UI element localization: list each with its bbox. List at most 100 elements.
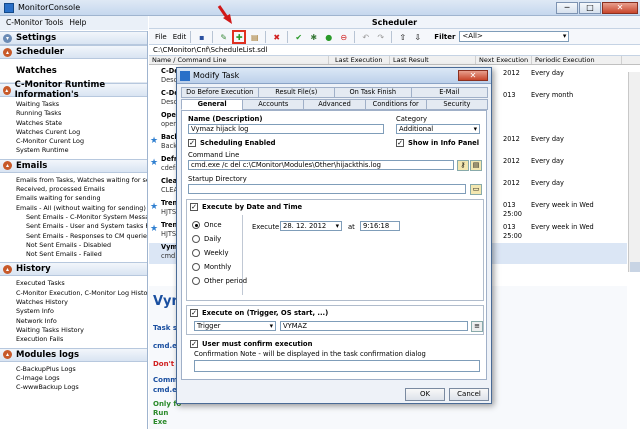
sidebar-item[interactable]: System Info [0, 307, 147, 316]
section-history[interactable]: ▴ History [0, 262, 147, 277]
sidebar-subitem[interactable]: Sent Emails - Responses to CM queries [0, 232, 147, 241]
category-select[interactable]: Additional [396, 124, 480, 134]
scroll-thumb[interactable] [630, 262, 640, 272]
expand-icon: ▾ [3, 33, 12, 43]
dialog-close-button[interactable]: ✕ [458, 70, 488, 81]
col-last-result[interactable]: Last Result [390, 56, 476, 64]
delete-icon[interactable]: ✖ [270, 31, 283, 43]
sidebar-item[interactable]: Running Tasks [0, 109, 147, 118]
sidebar-subitem[interactable]: Not Sent Emails - Failed [0, 250, 147, 259]
startup-dir-input[interactable] [188, 184, 466, 194]
period-radio[interactable] [192, 263, 200, 271]
list-icon[interactable]: ≡ [471, 321, 483, 332]
col-name[interactable]: Name / Command Line [149, 56, 329, 64]
sidebar-item[interactable]: C-BackupPlus Logs [0, 365, 147, 374]
section-scheduler[interactable]: ▴ Scheduler [0, 45, 147, 59]
modify-task-dialog: Modify Task ✕ Do Before Execution Result … [176, 67, 492, 404]
col-periodic[interactable]: Periodic Execution [532, 56, 622, 64]
tab-accounts[interactable]: Accounts [242, 99, 305, 110]
date-picker[interactable]: 28. 12. 2012 [280, 221, 342, 231]
execute-on-checkbox[interactable]: ✓ [190, 309, 198, 317]
tab[interactable]: Result File(s) [257, 87, 335, 98]
maximize-button[interactable]: □ [579, 2, 601, 14]
tab-conditions-for-execution[interactable]: Conditions for Execution [364, 99, 427, 117]
sidebar-item[interactable]: System Runtime [0, 146, 147, 155]
sidebar-item[interactable]: Network Info [0, 317, 147, 326]
tab[interactable]: E-Mail [410, 87, 488, 98]
sidebar-subitem[interactable]: Sent Emails - User and System tasks Resu… [0, 222, 147, 231]
section-settings[interactable]: ▾ Settings [0, 31, 147, 45]
time-input[interactable]: 9:16:18 [360, 221, 400, 231]
key-icon[interactable]: ⚷ [457, 160, 469, 171]
sidebar-item[interactable]: Execution Fails [0, 335, 147, 344]
sidebar-item[interactable]: Executed Tasks [0, 279, 147, 288]
menu-help[interactable]: Help [69, 18, 86, 28]
sidebar-subitem[interactable]: Not Sent Emails - Disabled [0, 241, 147, 250]
tab-general[interactable]: General [181, 99, 244, 110]
sidebar-item[interactable]: Received, processed Emails [0, 185, 147, 194]
command-line-input[interactable]: cmd.exe /c del c:\CMonitor\Modules\Other… [188, 160, 454, 170]
task-name: Vym [161, 243, 178, 251]
run-icon[interactable]: ● [322, 31, 335, 43]
cancel-button[interactable]: Cancel [449, 388, 489, 401]
name-input[interactable]: Vymaz hijack log [188, 124, 384, 134]
undo-icon[interactable]: ↶ [359, 31, 372, 43]
trigger-select[interactable]: Trigger [194, 321, 276, 331]
sidebar-item[interactable]: C-Monitor Execution, C-Monitor Log Histo… [0, 289, 147, 298]
sidebar-item[interactable]: Watches State [0, 119, 147, 128]
add-task-icon[interactable]: ✚ [232, 29, 247, 44]
sidebar-item[interactable]: Waiting Tasks [0, 100, 147, 109]
sidebar-item[interactable]: Waiting Tasks History [0, 326, 147, 335]
tab-advanced[interactable]: Advanced [303, 99, 366, 110]
confirm-note-input[interactable] [194, 360, 480, 372]
settings-icon[interactable]: ✱ [307, 31, 320, 43]
move-down-icon[interactable]: ⇩ [411, 31, 424, 43]
sidebar-item[interactable]: Emails from Tasks, Watches waiting for s… [0, 176, 147, 185]
sidebar-item[interactable]: Watches History [0, 298, 147, 307]
properties-icon[interactable]: ▤ [248, 31, 261, 43]
close-button[interactable]: ✕ [602, 2, 638, 14]
menu-edit[interactable]: Edit [173, 33, 187, 41]
col-next-exec[interactable]: Next Execution [476, 56, 532, 64]
tab-security[interactable]: Security [425, 99, 489, 110]
filter-select[interactable]: <All> [459, 31, 570, 42]
tab[interactable]: Do Before Execution [181, 87, 259, 98]
menu-tools[interactable]: C-Monitor Tools [6, 18, 63, 28]
section-emails[interactable]: ▴ Emails [0, 158, 147, 173]
task-desc: HJTS [161, 208, 177, 216]
sidebar-item[interactable]: Watches Curent Log [0, 128, 147, 137]
period-radio[interactable] [192, 277, 200, 285]
period-radio[interactable] [192, 249, 200, 257]
folder-icon[interactable]: ▭ [470, 184, 482, 195]
stop-icon[interactable]: ⊖ [337, 31, 350, 43]
show-info-checkbox[interactable]: ✓ [396, 139, 404, 147]
move-up-icon[interactable]: ⇧ [396, 31, 409, 43]
title-bar: MonitorConsole ─ □ ✕ [0, 0, 640, 16]
sidebar-item[interactable]: C-wwwBackup Logs [0, 383, 147, 392]
sidebar-item[interactable]: Emails - All (without waiting for sendin… [0, 204, 147, 213]
enable-icon[interactable]: ✔ [292, 31, 305, 43]
minimize-button[interactable]: ─ [556, 2, 578, 14]
edit-icon[interactable]: ✎ [217, 31, 230, 43]
save-icon[interactable]: ▪ [195, 31, 208, 43]
browse-file-icon[interactable]: ▤ [470, 160, 482, 171]
redo-icon[interactable]: ↷ [374, 31, 387, 43]
sidebar-item[interactable]: C-Monitor Curent Log [0, 137, 147, 146]
period-radio[interactable] [192, 235, 200, 243]
sidebar-item[interactable]: Emails waiting for sending [0, 194, 147, 203]
menu-file[interactable]: File [155, 33, 167, 41]
scheduling-enabled-checkbox[interactable]: ✓ [188, 139, 196, 147]
tab[interactable]: On Task Finish [334, 87, 412, 98]
vertical-scrollbar[interactable] [628, 72, 640, 272]
trigger-name-input[interactable]: VYMAZ [280, 321, 468, 331]
sidebar-item[interactable]: C-Image Logs [0, 374, 147, 383]
period-radio[interactable] [192, 221, 200, 229]
section-modules[interactable]: ▴ Modules logs [0, 347, 147, 362]
sidebar-subitem[interactable]: Sent Emails - C-Monitor System Messages [0, 213, 147, 222]
section-runtime[interactable]: ▴ C-Monitor Runtime Information's [0, 80, 147, 100]
execute-by-date-checkbox[interactable]: ✓ [190, 203, 198, 211]
next-exec: 013 [503, 223, 516, 231]
col-last-exec[interactable]: Last Execution [332, 56, 390, 64]
confirm-checkbox[interactable]: ✓ [190, 340, 198, 348]
ok-button[interactable]: OK [405, 388, 445, 401]
